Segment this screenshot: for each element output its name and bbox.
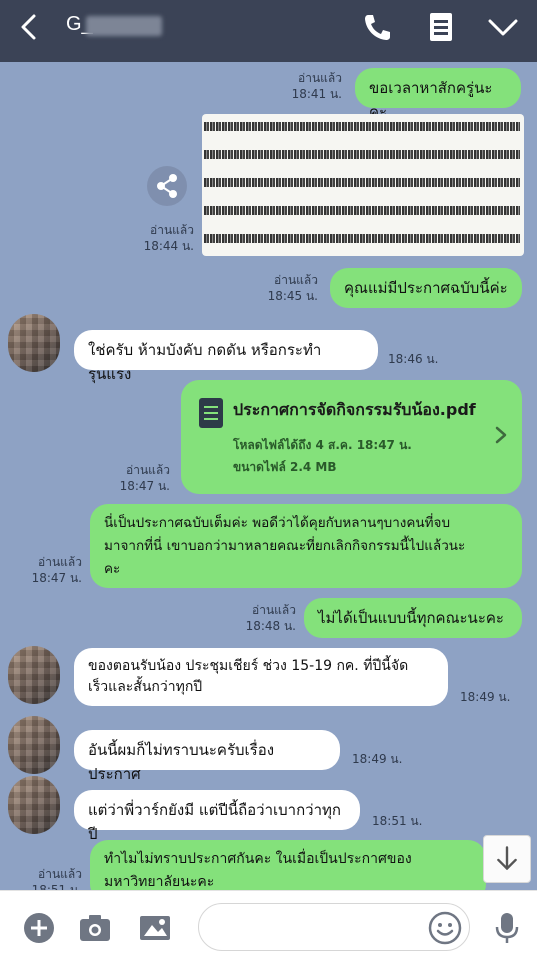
- message-time: 18:49 น.: [460, 690, 511, 704]
- file-name: ประกาศการจัดกิจกรรมรับน้อง.pdf: [233, 400, 476, 419]
- shared-image-announcement[interactable]: [202, 114, 524, 256]
- message-time: 18:51 น.: [31, 883, 82, 890]
- file-size: ขนาดไฟล์ 2.4 MB: [233, 460, 337, 474]
- message-meta: อ่านแล้ว 18:51 น.: [10, 866, 82, 890]
- message-time: 18:44 น.: [143, 239, 194, 253]
- image-icon[interactable]: [138, 911, 172, 945]
- file-expiry: โหลดไฟล์ได้ถึง 4 ส.ค. 18:47 น.: [233, 438, 412, 452]
- message-bubble-sent[interactable]: ไม่ได้เป็นแบบนี้ทุกคณะนะคะ: [304, 598, 522, 638]
- notes-icon[interactable]: [424, 10, 458, 44]
- message-bubble-received[interactable]: ของตอนรับน้อง ประชุมเชียร์ ช่วง 15-19 กค…: [74, 648, 448, 706]
- read-status: อ่านแล้ว: [274, 273, 318, 287]
- back-arrow-icon[interactable]: [14, 12, 44, 42]
- chevron-down-icon[interactable]: [486, 10, 520, 44]
- share-button[interactable]: [147, 166, 187, 206]
- file-attachment[interactable]: ประกาศการจัดกิจกรรมรับน้อง.pdf โหลดไฟล์ไ…: [181, 380, 522, 494]
- message-line: คะ: [104, 561, 121, 577]
- message-time: 18:46 น.: [388, 352, 439, 366]
- chat-header: G_: [0, 0, 537, 62]
- message-line: มหาวิทยาลัยนะคะ: [104, 874, 215, 890]
- avatar[interactable]: [8, 776, 60, 834]
- share-icon: [157, 174, 177, 198]
- emoji-icon[interactable]: [428, 911, 462, 945]
- message-composer: [0, 890, 537, 960]
- message-bubble-sent[interactable]: นี่เป็นประกาศฉบับเต็มค่ะ พอดีว่าได้คุยกั…: [90, 504, 522, 588]
- message-time: 18:47 น.: [119, 479, 170, 493]
- avatar[interactable]: [8, 716, 60, 774]
- blurred-name: [86, 16, 162, 36]
- message-line: เร็วและสั้นกว่าทุกปี: [88, 679, 203, 695]
- read-status: อ่านแล้ว: [150, 223, 194, 237]
- message-meta: อ่านแล้ว 18:44 น.: [120, 222, 194, 254]
- message-time: 18:47 น.: [31, 571, 82, 585]
- message-meta: อ่านแล้ว 18:47 น.: [96, 462, 170, 494]
- camera-icon[interactable]: [78, 911, 112, 945]
- message-bubble-received[interactable]: ใช่ครับ ห้ามบังคับ กดดัน หรือกระทำรุนแรง: [74, 330, 378, 383]
- phone-icon[interactable]: [360, 10, 394, 44]
- message-meta: อ่านแล้ว 18:47 น.: [10, 554, 82, 586]
- message-time: 18:48 น.: [245, 619, 296, 633]
- message-bubble-sent[interactable]: คุณแม่มีประกาศฉบับนี้ค่ะ: [330, 268, 522, 308]
- plus-icon[interactable]: [22, 911, 56, 945]
- read-status: อ่านแล้ว: [38, 555, 82, 569]
- chevron-right-icon[interactable]: [494, 426, 508, 444]
- message-line: นี่เป็นประกาศฉบับเต็มค่ะ พอดีว่าได้คุยกั…: [104, 515, 451, 531]
- arrow-down-icon: [497, 846, 517, 870]
- document-icon: [199, 398, 223, 428]
- chat-area[interactable]: อ่านแล้ว 18:41 น. ขอเวลาหาสักครู่นะคะ อ่…: [0, 62, 537, 890]
- scroll-to-bottom-button[interactable]: [483, 835, 531, 883]
- microphone-icon[interactable]: [490, 911, 524, 945]
- message-time: 18:41 น.: [291, 87, 342, 101]
- message-bubble-received[interactable]: แต่ว่าพี่วาร์กยังมี แต่ปีนี้ถือว่าเบากว่…: [74, 790, 360, 843]
- avatar[interactable]: [8, 314, 60, 372]
- message-line: มาจากที่นี่ เขาบอกว่ามาหลายคณะที่ยกเลิกก…: [104, 538, 466, 554]
- message-meta: อ่านแล้ว 18:48 น.: [222, 602, 296, 634]
- message-time: 18:49 น.: [352, 752, 403, 766]
- read-status: อ่านแล้ว: [126, 463, 170, 477]
- message-meta: อ่านแล้ว 18:45 น.: [246, 272, 318, 304]
- message-meta: อ่านแล้ว 18:41 น.: [270, 70, 342, 102]
- message-time: 18:45 น.: [267, 289, 318, 303]
- message-line: ของตอนรับน้อง ประชุมเชียร์ ช่วง 15-19 กค…: [88, 658, 409, 674]
- message-bubble-received[interactable]: อันนี้ผมก็ไม่ทราบนะครับเรื่องประกาศ: [74, 730, 340, 783]
- message-bubble-sent[interactable]: ทำไมไม่ทราบประกาศกันคะ ในเมื่อเป็นประกาศ…: [90, 840, 486, 890]
- message-time: 18:51 น.: [372, 814, 423, 828]
- read-status: อ่านแล้ว: [38, 867, 82, 881]
- message-bubble-sent[interactable]: ขอเวลาหาสักครู่นะคะ: [355, 68, 521, 121]
- message-line: ทำไมไม่ทราบประกาศกันคะ ในเมื่อเป็นประกาศ…: [104, 851, 412, 867]
- avatar[interactable]: [8, 646, 60, 704]
- read-status: อ่านแล้ว: [252, 603, 296, 617]
- read-status: อ่านแล้ว: [298, 71, 342, 85]
